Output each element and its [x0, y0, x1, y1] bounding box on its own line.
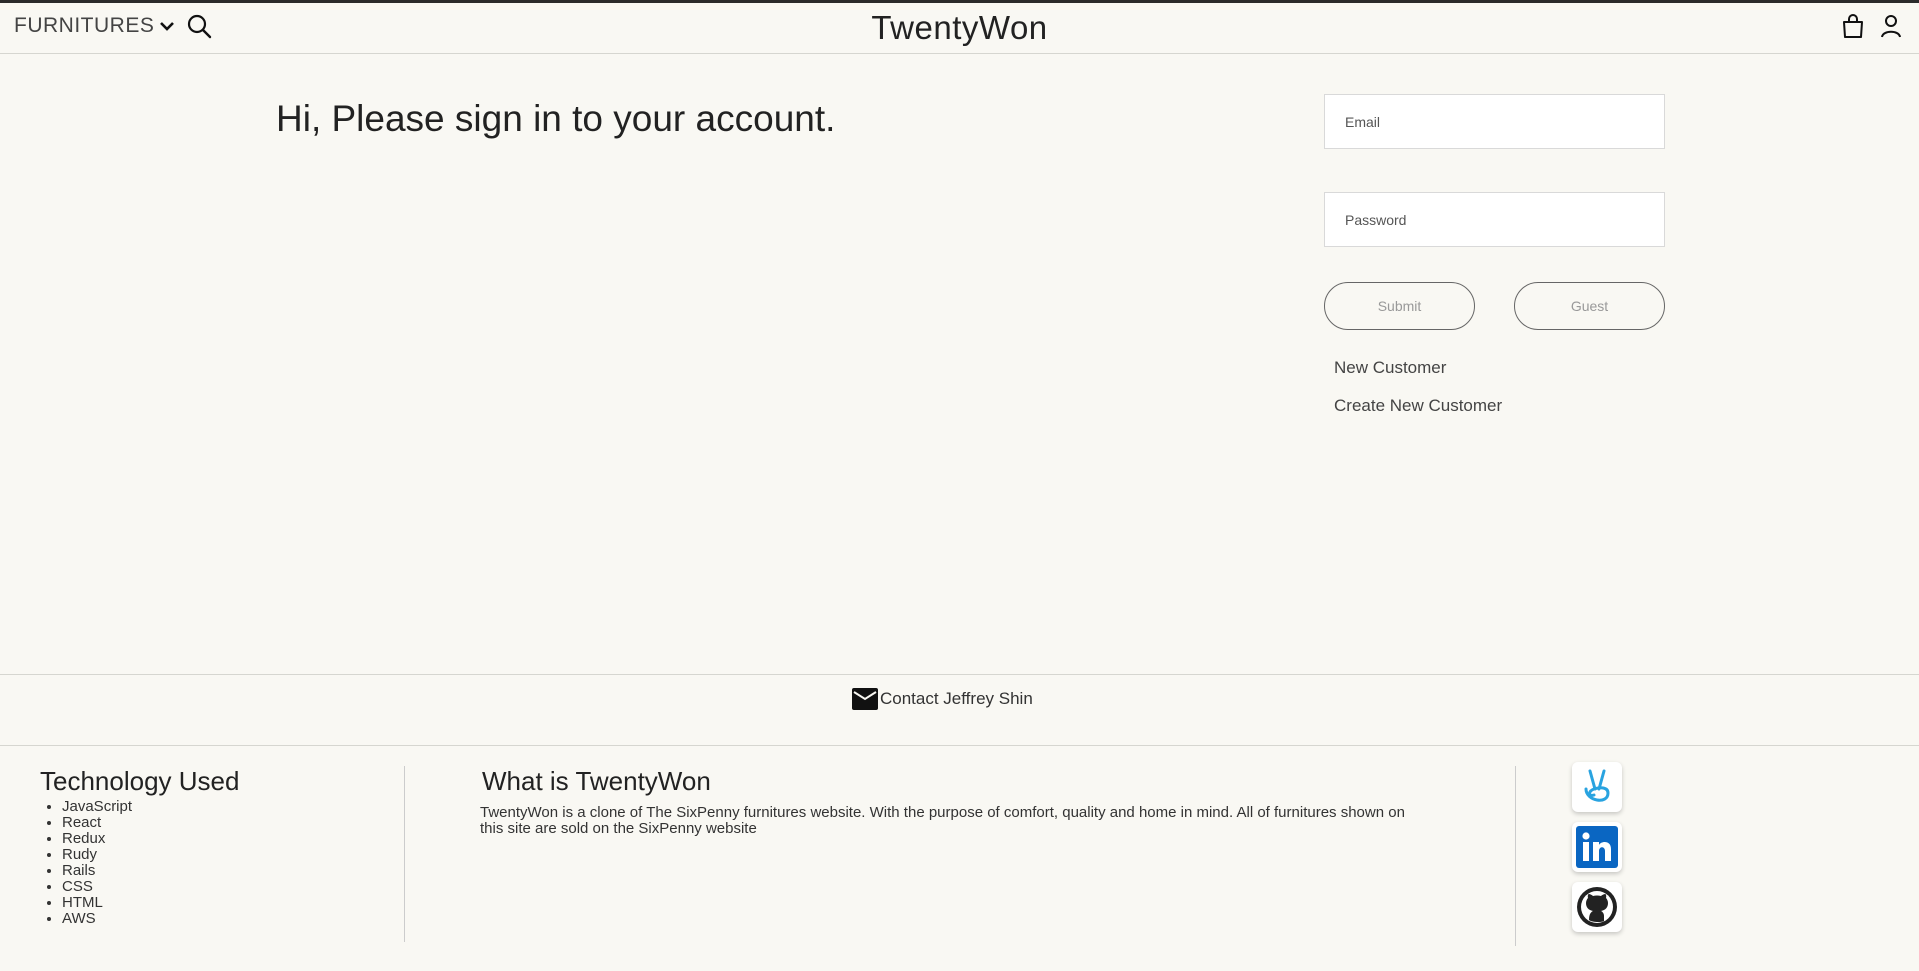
list-item: Rudy	[62, 847, 239, 863]
linkedin-icon	[1576, 826, 1618, 868]
guest-button[interactable]: Guest	[1514, 282, 1665, 330]
contact-label[interactable]: Contact Jeffrey Shin	[880, 689, 1033, 709]
user-icon[interactable]	[1879, 13, 1903, 39]
contact-bar: Contact Jeffrey Shin	[0, 674, 1919, 746]
site-footer: Technology Used JavaScript React Redux R…	[0, 746, 1919, 971]
tech-title: Technology Used	[40, 766, 240, 796]
list-item: CSS	[62, 879, 239, 895]
new-customer-label: New Customer	[1334, 358, 1447, 377]
tech-list: JavaScript React Redux Rudy Rails CSS HT…	[62, 799, 239, 927]
about-title: What is TwentyWon	[482, 766, 711, 796]
angellist-link[interactable]	[1572, 762, 1622, 812]
list-item: JavaScript	[62, 799, 239, 815]
about-text: TwentyWon is a clone of The SixPenny fur…	[480, 804, 1405, 837]
list-item: React	[62, 815, 239, 831]
nav-right	[1841, 13, 1903, 39]
email-field[interactable]	[1324, 94, 1665, 149]
list-item: AWS	[62, 911, 239, 927]
linkedin-link[interactable]	[1572, 822, 1622, 872]
tech-section: Technology Used JavaScript React Redux R…	[40, 766, 239, 927]
shopping-bag-icon[interactable]	[1841, 13, 1865, 39]
brand-logo[interactable]: TwentyWon	[0, 9, 1919, 47]
github-icon	[1577, 887, 1617, 927]
list-item: HTML	[62, 895, 239, 911]
github-link[interactable]	[1572, 882, 1622, 932]
form-buttons: Submit Guest	[1324, 282, 1665, 330]
social-links	[1572, 762, 1622, 932]
list-item: Redux	[62, 831, 239, 847]
contact-link[interactable]: Contact Jeffrey Shin	[852, 688, 1033, 710]
signin-greeting: Hi, Please sign in to your account.	[276, 98, 836, 139]
footer-divider	[404, 766, 405, 942]
mail-icon[interactable]	[852, 688, 878, 710]
create-customer-link[interactable]: Create New Customer	[1334, 396, 1665, 416]
submit-button[interactable]: Submit	[1324, 282, 1475, 330]
password-field[interactable]	[1324, 192, 1665, 247]
signin-form: Submit Guest New Customer Create New Cus…	[1324, 94, 1665, 416]
angellist-icon	[1584, 769, 1610, 802]
site-header: FURNITURES TwentyWon	[0, 3, 1919, 54]
about-section: What is TwentyWon TwentyWon is a clone o…	[480, 766, 1420, 837]
footer-divider	[1515, 766, 1516, 946]
list-item: Rails	[62, 863, 239, 879]
